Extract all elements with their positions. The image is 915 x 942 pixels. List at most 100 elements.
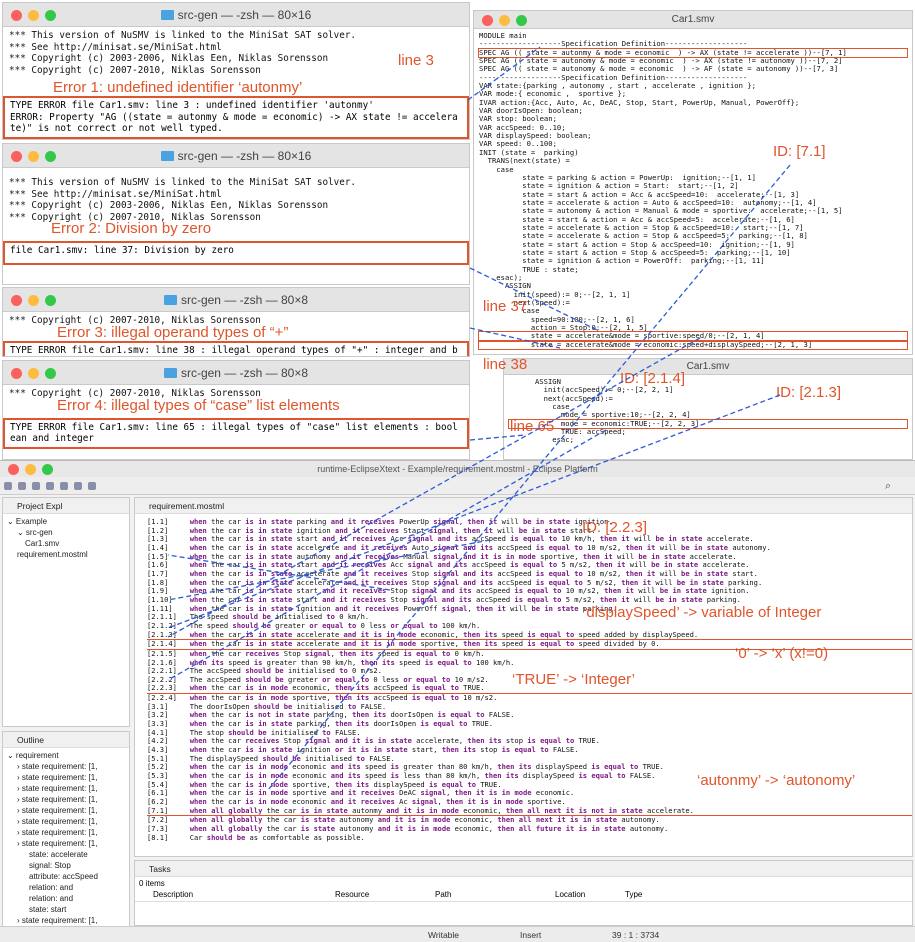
window-title: src-gen — -zsh — 80×16 — [177, 149, 312, 163]
tasks-column-header[interactable]: Resource — [335, 890, 369, 899]
status-writable: Writable — [428, 930, 460, 940]
title-bar[interactable]: Car1.smv — [504, 359, 912, 375]
outline-item[interactable]: › state requirement: [1, — [7, 838, 129, 849]
eclipse-title-bar[interactable]: runtime-EclipseXtext - Example/requireme… — [0, 461, 915, 477]
smv-line: state = accelerate&mode = economic:speed… — [478, 339, 908, 351]
project-tree-item[interactable]: ⌄ Example — [7, 516, 129, 527]
title-bar[interactable]: Car1.smv — [474, 11, 912, 29]
status-insert: Insert — [520, 930, 542, 940]
outline-item[interactable]: relation: and — [7, 893, 129, 904]
search-toolbar-icon[interactable] — [60, 482, 68, 490]
run-icon[interactable] — [32, 482, 40, 490]
tasks-column-header[interactable]: Path — [435, 890, 451, 899]
title-bar[interactable]: src-gen — -zsh — 80×16 — [3, 3, 469, 27]
window-title: src-gen — -zsh — 80×16 — [177, 8, 312, 22]
annotation-line-3: line 3 — [398, 52, 434, 69]
project-tree-item[interactable]: Car1.smv — [7, 538, 129, 549]
back-icon[interactable] — [74, 482, 82, 490]
tasks-column-header[interactable]: Description — [153, 890, 193, 899]
smv-editor-window-2[interactable]: Car1.smv ASSIGN init(accSpeed):= 0;--[2,… — [503, 358, 913, 460]
project-tree-item[interactable]: ⌄ src-gen — [7, 527, 129, 538]
status-bar: Writable Insert 39 : 1 : 3734 — [0, 926, 915, 942]
project-tree[interactable]: ⌄ Example ⌄ src-gen Car1.smv requirement.mo… — [3, 514, 129, 560]
outline-item[interactable]: › state requirement: [1, — [7, 805, 129, 816]
new-icon[interactable] — [4, 482, 12, 490]
annotation-line-38: line 38 — [483, 356, 528, 373]
annotation-display-speed: ‘displaySpeed’ -> variable of Integer — [583, 604, 822, 621]
output-line: *** Copyright (c) 2007-2010, Niklas Sore… — [9, 64, 261, 76]
outline-item[interactable]: › state requirement: [1, — [7, 794, 129, 805]
tasks-column-header[interactable]: Location — [555, 890, 585, 899]
folder-icon — [160, 10, 174, 20]
title-bar[interactable]: src-gen — -zsh — 80×8 — [3, 288, 469, 312]
outline-item[interactable]: › state requirement: [1, — [7, 915, 129, 926]
outline-tree[interactable]: ⌄ requirement › state requirement: [1, › s… — [3, 748, 129, 942]
debug-icon[interactable] — [46, 482, 54, 490]
smv-line: esac; — [509, 435, 574, 445]
outline-item[interactable]: › state requirement: [1, — [7, 761, 129, 772]
error-message: file Car1.smv: line 37: Division by zero — [3, 241, 469, 265]
window-title: src-gen — -zsh — 80×8 — [180, 293, 309, 307]
outline-view[interactable]: Outline ⌄ requirement › state requirement… — [2, 731, 130, 942]
requirement-line[interactable]: [8.1] Car should be as comfortable as po… — [147, 833, 912, 843]
annotation-line-65: line 65 — [510, 418, 555, 435]
outline-item[interactable]: ⌄ requirement — [7, 750, 129, 761]
outline-item[interactable]: › state requirement: [1, — [7, 827, 129, 838]
outline-item[interactable]: › state requirement: [1, — [7, 783, 129, 794]
error-label: Error 3: illegal operand types of “+” — [57, 323, 289, 341]
terminal-window-4[interactable]: src-gen — -zsh — 80×8 *** Copyright (c) … — [2, 360, 470, 460]
forward-icon[interactable] — [88, 482, 96, 490]
editor-tab[interactable]: requirement.mostml — [149, 501, 224, 511]
window-title: Car1.smv — [671, 14, 715, 25]
folder-icon — [163, 295, 177, 305]
title-bar[interactable]: src-gen — -zsh — 80×8 — [3, 361, 469, 385]
error-label: Error 1: undefined identifier ‘autonmy’ — [53, 79, 303, 96]
title-bar[interactable]: src-gen — -zsh — 80×16 — [3, 144, 469, 168]
outline-item[interactable]: attribute: accSpeed — [7, 871, 129, 882]
outline-item[interactable]: › state requirement: [1, — [7, 816, 129, 827]
tasks-tab[interactable]: Tasks — [149, 864, 171, 874]
smv-source[interactable]: MODULE main -------------------Specificat… — [474, 29, 912, 352]
zoom-button[interactable] — [42, 464, 53, 475]
project-explorer[interactable]: Project Expl ⌄ Example ⌄ src-gen Car1.smv r… — [2, 497, 130, 727]
eclipse-title: runtime-EclipseXtext - Example/requireme… — [317, 464, 598, 474]
close-button[interactable] — [8, 464, 19, 475]
status-position: 39 : 1 : 3734 — [612, 930, 660, 940]
terminal-output: *** This version of NuSMV is linked to t… — [3, 174, 469, 226]
output-line: *** This version of NuSMV is linked to t… — [9, 177, 357, 188]
error-label: Error 4: illegal types of “case” list el… — [57, 396, 340, 414]
outline-item[interactable]: state: accelerate — [7, 849, 129, 860]
tasks-header: Description Resource Path Location Type — [135, 890, 912, 902]
project-explorer-tab[interactable]: Project Expl — [17, 501, 62, 511]
smv-source[interactable]: ASSIGN init(accSpeed):= 0;--[2, 2, 1] ne… — [504, 375, 912, 448]
outline-item[interactable]: state: start — [7, 904, 129, 915]
tasks-column-header[interactable]: Type — [625, 890, 642, 899]
annotation-autonmy: ‘autonmy’ -> ‘autonomy’ — [697, 772, 856, 789]
output-line: *** See http://minisat.se/MiniSat.html — [9, 188, 222, 200]
minimize-button[interactable] — [25, 464, 36, 475]
output-line: *** This version of NuSMV is linked to t… — [9, 30, 357, 41]
outline-item[interactable]: signal: Stop — [7, 860, 129, 871]
toolbar: ⌕ — [0, 477, 915, 495]
terminal-window-3[interactable]: src-gen — -zsh — 80×8 *** Copyright (c) … — [2, 287, 470, 357]
outline-item[interactable]: relation: and — [7, 882, 129, 893]
window-title: src-gen — -zsh — 80×8 — [180, 366, 309, 380]
outline-item[interactable]: › state requirement: [1, — [7, 772, 129, 783]
search-icon[interactable]: ⌕ — [885, 480, 891, 493]
smv-line: TRUE : state; — [479, 264, 579, 274]
save-icon[interactable] — [18, 482, 26, 490]
terminal-window-2[interactable]: src-gen — -zsh — 80×16 *** This version … — [2, 143, 470, 285]
smv-editor-window[interactable]: Car1.smv MODULE main -------------------S… — [473, 10, 913, 355]
output-line: *** Copyright (c) 2003-2006, Niklas Een,… — [9, 53, 329, 64]
smv-line: TRANS(next(state) = — [479, 156, 570, 166]
tasks-view[interactable]: Tasks 0 items Description Resource Path Loc… — [134, 860, 913, 926]
outline-tab[interactable]: Outline — [17, 735, 44, 745]
window-title: Car1.smv — [686, 361, 730, 372]
annotation-id-2-2-3: ID: [2.2.3] — [582, 519, 648, 536]
project-tree-item[interactable]: requirement.mostml — [7, 549, 129, 560]
output-line: *** See http://minisat.se/MiniSat.html — [9, 41, 222, 53]
eclipse-window[interactable]: runtime-EclipseXtext - Example/requireme… — [0, 460, 915, 942]
terminal-window-1[interactable]: src-gen — -zsh — 80×16 *** This version … — [2, 2, 470, 140]
annotation-true: ‘TRUE’ -> ‘Integer’ — [512, 671, 635, 688]
folder-icon — [160, 151, 174, 161]
